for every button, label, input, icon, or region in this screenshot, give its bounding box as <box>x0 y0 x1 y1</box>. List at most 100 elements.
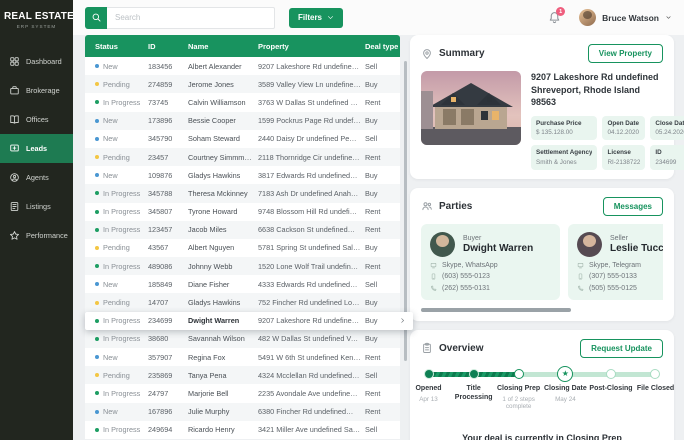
table-row[interactable]: Pending274859Jerome Jones3589 Valley Vie… <box>85 75 400 93</box>
table-row[interactable]: In Progress345807Tyrone Howard9748 Bloss… <box>85 203 400 221</box>
status-label: In Progress <box>103 262 140 271</box>
status-dot <box>95 264 99 268</box>
status-cell: In Progress <box>85 225 148 234</box>
filters-button[interactable]: Filters <box>289 8 343 28</box>
party-card[interactable]: BuyerDwight Warren Skype, WhatsApp (603) 5… <box>421 224 560 300</box>
table-row[interactable]: In Progress73745Calvin Williamson3763 W … <box>85 93 400 111</box>
id-cell: 274859 <box>148 80 188 89</box>
table-row[interactable]: In Progress123457Jacob Miles6638 Cackson… <box>85 221 400 239</box>
table-row[interactable]: In Progress38680Savannah Wilson482 W Dal… <box>85 330 400 348</box>
sidebar-item-dashboard[interactable]: Dashboard <box>0 47 73 76</box>
search-button[interactable] <box>85 7 107 29</box>
column-header-property[interactable]: Property <box>258 42 365 51</box>
table-row[interactable]: In Progress24797Marjorie Bell2235 Avonda… <box>85 384 400 402</box>
sidebar-item-agents[interactable]: Agents <box>0 163 73 192</box>
party-avatar <box>430 232 455 257</box>
sidebar-item-leads[interactable]: Leads <box>0 134 73 163</box>
table-row[interactable]: In Progress489086Johnny Webb1520 Lone Wo… <box>85 257 400 275</box>
brokerage-icon <box>9 85 20 96</box>
chevron-down-icon <box>327 14 334 21</box>
table-row[interactable]: Pending23457Courtney Simmmons2118 Thornr… <box>85 148 400 166</box>
mobile-icon <box>430 273 437 280</box>
party-contact: (603) 555-0123 <box>430 273 551 280</box>
deal-type-cell: Rent <box>365 353 400 362</box>
status-cell: Pending <box>85 80 148 89</box>
status-dot <box>95 355 99 359</box>
step-title: Closing Date <box>539 385 591 394</box>
party-role: Buyer <box>463 235 533 242</box>
sidebar-item-offices[interactable]: Offices <box>0 105 73 134</box>
property-cell: 6638 Cackson St undefined… <box>258 225 365 234</box>
timeline-node-current[interactable] <box>514 369 524 379</box>
sidebar-item-performance[interactable]: Performance <box>0 221 73 250</box>
address-line-2: Shreveport, Rhode Island 98563 <box>531 84 663 109</box>
messages-button[interactable]: Messages <box>603 197 663 216</box>
user-menu[interactable]: Bruce Watson <box>579 9 672 26</box>
deal-status-text: Your deal is currently in Closing Prep <box>421 433 663 440</box>
stat-label: Settlement Agency <box>536 149 592 156</box>
status-label: In Progress <box>103 316 140 325</box>
view-property-button[interactable]: View Property <box>588 44 663 63</box>
search-input[interactable] <box>107 7 275 29</box>
sidebar-item-brokerage[interactable]: Brokerage <box>0 76 73 105</box>
request-update-button[interactable]: Request Update <box>580 339 663 358</box>
name-cell: Ricardo Henry <box>188 425 258 434</box>
party-card[interactable]: SellerLeslie TucciSkype, Telegram(307) 5… <box>568 224 663 300</box>
content: StatusIDNamePropertyDeal type New183456A… <box>73 35 684 440</box>
table-row[interactable]: New173896Bessie Cooper1599 Pockrus Page … <box>85 112 400 130</box>
column-header-deal-type[interactable]: Deal type <box>365 42 400 51</box>
name-cell: Diane Fisher <box>188 280 258 289</box>
dashboard-icon <box>9 56 20 67</box>
table-row[interactable]: New167896Julie Murphy6380 Fincher Rd und… <box>85 403 400 421</box>
summary-stat-badge: ID234699 <box>650 145 684 170</box>
timeline-step-label: File Closed <box>629 385 681 394</box>
table-row[interactable]: Pending235869Tanya Pena4324 Mcclellan Rd… <box>85 366 400 384</box>
id-cell: 357907 <box>148 353 188 362</box>
timeline-node-todo[interactable] <box>606 369 616 379</box>
id-cell: 185849 <box>148 280 188 289</box>
table-row[interactable]: New109876Gladys Hawkins3817 Edwards Rd u… <box>85 166 400 184</box>
table-row[interactable]: Pending14707Gladys Hawkins752 Fincher Rd… <box>85 293 400 311</box>
timeline-node-todo[interactable] <box>650 369 660 379</box>
overview-title: Overview <box>439 343 483 354</box>
timeline-step-label: Closing Prep1 of 2 steps complete <box>493 385 545 411</box>
name-cell: Albert Alexander <box>188 62 258 71</box>
party-contact: (307) 555-0133 <box>577 273 663 280</box>
status-label: New <box>103 116 118 125</box>
table-row[interactable]: New183456Albert Alexander9207 Lakeshore … <box>85 57 400 75</box>
timeline-node-done[interactable] <box>469 369 479 379</box>
table-row[interactable]: In Progress234699Dwight Warren9207 Lakes… <box>85 312 413 330</box>
party-contact: Skype, WhatsApp <box>430 262 551 269</box>
table-row[interactable]: New357907Regina Fox5491 W 6th St undefin… <box>85 348 400 366</box>
name-cell: Albert Nguyen <box>188 243 258 252</box>
parties-scrollbar[interactable] <box>421 308 571 312</box>
table-row[interactable]: In Progress345788Theresa Mckinney7183 As… <box>85 184 400 202</box>
timeline-star-node[interactable]: ★ <box>557 366 573 382</box>
status-cell: New <box>85 280 148 289</box>
status-dot <box>95 246 99 250</box>
status-cell: In Progress <box>85 334 148 343</box>
column-header-name[interactable]: Name <box>188 42 258 51</box>
sidebar-item-listings[interactable]: Listings <box>0 192 73 221</box>
contact-text: (603) 555-0123 <box>442 273 490 280</box>
id-cell: 173896 <box>148 116 188 125</box>
table-row[interactable]: New345790Soham Steward2440 Daisy Dr unde… <box>85 130 400 148</box>
status-cell: Pending <box>85 371 148 380</box>
deal-type-cell: Sell <box>365 134 400 143</box>
name-cell: Tanya Pena <box>188 371 258 380</box>
deal-type-cell: Buy <box>365 116 400 125</box>
step-subtitle: 1 of 2 steps complete <box>493 396 545 412</box>
notifications-button[interactable]: 1 <box>548 11 561 24</box>
column-header-id[interactable]: ID <box>148 42 188 51</box>
status-label: In Progress <box>103 189 140 198</box>
app-logo: REAL ESTATE ERP SYSTEM <box>0 0 73 37</box>
timeline-node-done[interactable] <box>424 369 434 379</box>
table-row[interactable]: Pending43567Albert Nguyen5781 Spring St … <box>85 239 400 257</box>
table-row[interactable]: New185849Diane Fisher4333 Edwards Rd und… <box>85 275 400 293</box>
name-cell: Jerome Jones <box>188 80 258 89</box>
stat-value: 04.12.2020 <box>607 129 640 136</box>
summary-title: Summary <box>439 48 485 59</box>
party-identity: BuyerDwight Warren <box>463 235 533 254</box>
table-row[interactable]: In Progress249694Ricardo Henry3421 Mille… <box>85 421 400 439</box>
column-header-status[interactable]: Status <box>85 42 148 51</box>
